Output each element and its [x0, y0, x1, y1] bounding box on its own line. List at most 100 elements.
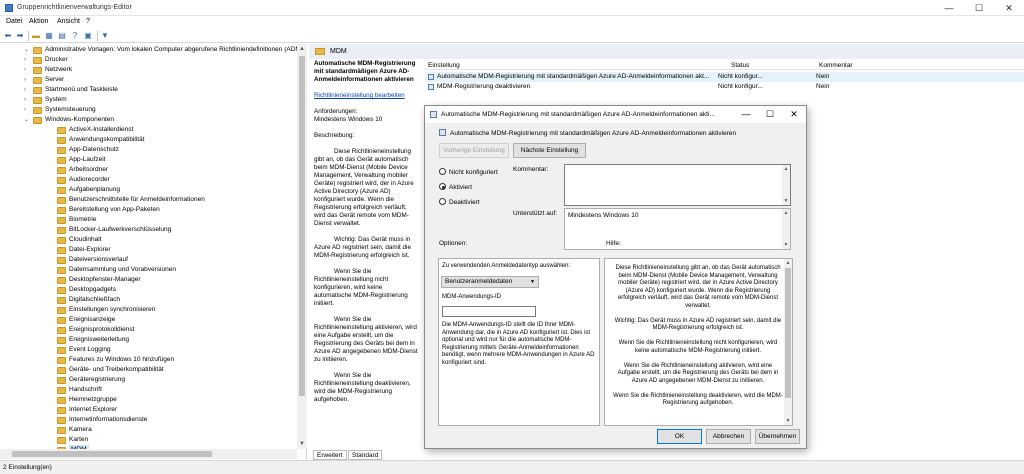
scroll-thumb[interactable]	[785, 268, 791, 398]
maximize-button[interactable]: ☐	[964, 0, 994, 16]
back-arrow-icon[interactable]: ⬅	[3, 31, 13, 41]
chevron-right-icon[interactable]: ›	[24, 95, 31, 105]
radio-icon[interactable]	[439, 168, 446, 175]
folder-icon	[315, 48, 325, 55]
credential-type-select[interactable]: Benutzeranmeldedaten ▼	[441, 276, 539, 288]
tab-erweitert[interactable]: Erweitert	[313, 450, 347, 460]
scroll-up-icon[interactable]: ▲	[784, 259, 792, 267]
table-row[interactable]: Automatische MDM-Registrierung mit stand…	[425, 72, 1024, 82]
menu-ansicht[interactable]: Ansicht	[57, 18, 80, 25]
chevron-down-icon: ▼	[530, 279, 535, 285]
scroll-down-icon[interactable]: ▼	[782, 241, 790, 249]
chevron-right-icon[interactable]: ›	[24, 75, 31, 85]
folder-icon	[57, 257, 66, 264]
folder-icon	[57, 357, 66, 364]
tree-item-label: Handschrift	[69, 386, 102, 393]
tree-item-label: Internetinformationsdienste	[69, 416, 148, 423]
show-hide-tree-icon[interactable]: ▦	[44, 31, 54, 41]
radio-selected-icon[interactable]	[439, 183, 446, 190]
help-icon[interactable]: ?	[70, 31, 80, 41]
dialog-close-button[interactable]: ✕	[782, 106, 806, 123]
up-folder-icon[interactable]: ▬	[31, 31, 41, 41]
radio-icon[interactable]	[439, 198, 446, 205]
tree-item-label: Features zu Windows 10 hinzufügen	[69, 356, 175, 363]
menu-aktion[interactable]: Aktion	[29, 18, 48, 25]
scroll-up-icon[interactable]: ▲	[297, 44, 307, 54]
scroll-down-icon[interactable]: ▼	[784, 417, 792, 425]
scroll-down-icon[interactable]: ▼	[782, 197, 790, 205]
scroll-up-icon[interactable]: ▲	[782, 165, 790, 173]
folder-icon	[57, 397, 66, 404]
ok-button[interactable]: OK	[657, 429, 702, 444]
column-setting[interactable]: Einstellung	[428, 62, 460, 69]
supported-value: Mindestens Windows 10	[568, 212, 639, 219]
dialog-minimize-button[interactable]: —	[734, 106, 758, 123]
radio-not-configured[interactable]: Nicht konfiguriert	[439, 168, 498, 176]
folder-icon	[57, 197, 66, 204]
chevron-right-icon[interactable]: ›	[24, 105, 31, 115]
comment-field[interactable]: ▲ ▼	[564, 164, 791, 206]
close-button[interactable]: ✕	[994, 0, 1024, 16]
scroll-thumb[interactable]	[12, 451, 212, 457]
tree-item-label: Internet Explorer	[69, 406, 118, 413]
tree-item-label: Cloudinhalt	[69, 236, 102, 243]
chevron-down-icon[interactable]: ⌄	[24, 115, 31, 125]
tree-vertical-scrollbar[interactable]: ▲ ▼	[297, 44, 307, 449]
status-text: 2 Einstellung(en)	[3, 464, 52, 471]
column-comment[interactable]: Kommentar	[819, 62, 853, 69]
column-status[interactable]: Status	[731, 62, 749, 69]
menu-help[interactable]: ?	[86, 18, 90, 25]
minimize-button[interactable]: —	[934, 0, 964, 16]
row-status: Nicht konfigur...	[718, 83, 763, 90]
tree-item-label: Digitalschließfach	[69, 296, 120, 303]
tree-item-label: Systemsteuerung	[45, 106, 96, 113]
radio-enabled[interactable]: Aktiviert	[439, 183, 472, 191]
help-scrollbar[interactable]: ▲ ▼	[784, 259, 792, 425]
properties-icon[interactable]: ▣	[83, 31, 93, 41]
folder-header: MDM	[309, 44, 1024, 59]
scroll-down-icon[interactable]: ▼	[297, 439, 307, 449]
forward-arrow-icon[interactable]: ➡	[15, 31, 25, 41]
chevron-down-icon[interactable]: ⌄	[24, 45, 31, 55]
tree-item-label: Server	[45, 76, 65, 83]
chevron-right-icon[interactable]: ›	[24, 85, 31, 95]
cancel-button[interactable]: Abbrechen	[706, 429, 751, 444]
tree-item-label: BitLocker-Laufwerkverschlüsselung	[69, 226, 172, 233]
scroll-up-icon[interactable]: ▲	[782, 209, 790, 217]
chevron-right-icon[interactable]: ›	[24, 65, 31, 75]
supported-scrollbar[interactable]: ▲ ▼	[782, 209, 790, 249]
apply-button[interactable]: Übernehmen	[755, 429, 800, 444]
description-paragraph: Diese Richtlinieneinstellung gibt an, ob…	[314, 148, 414, 227]
folder-icon	[33, 67, 42, 74]
next-setting-button[interactable]: Nächste Einstellung	[513, 143, 586, 158]
folder-icon	[57, 427, 66, 434]
app-icon	[5, 4, 13, 12]
comment-scrollbar[interactable]: ▲ ▼	[782, 165, 790, 205]
tree-item-label: Ereignisprotokolldienst	[69, 326, 135, 333]
chevron-right-icon[interactable]: ›	[24, 55, 31, 65]
export-list-icon[interactable]: ▤	[57, 31, 67, 41]
tree-horizontal-scrollbar[interactable]	[0, 449, 297, 459]
row-status: Nicht konfigur...	[718, 73, 763, 80]
menu-bar: Datei Aktion Ansicht ?	[0, 16, 1024, 29]
supported-label: Unterstützt auf:	[513, 210, 558, 217]
policy-setting-icon	[430, 111, 437, 118]
menu-datei[interactable]: Datei	[6, 18, 22, 25]
tree-item-label: Desktopgadgets	[69, 286, 116, 293]
filter-icon[interactable]: ▼	[100, 31, 110, 41]
help-paragraph: Wichtig: Das Gerät muss in Azure AD regi…	[614, 317, 782, 332]
dialog-header-text: Automatische MDM-Registrierung mit stand…	[450, 130, 737, 137]
dialog-maximize-button[interactable]: ☐	[758, 106, 782, 123]
edit-policy-link[interactable]: Richtlinieneinstellung bearbeiten	[314, 92, 405, 99]
folder-header-title: MDM	[330, 48, 347, 55]
table-row[interactable]: MDM-Registrierung deaktivieren Nicht kon…	[425, 82, 1024, 92]
comment-label: Kommentar:	[513, 166, 549, 173]
scroll-thumb[interactable]	[299, 56, 305, 396]
radio-disabled[interactable]: Deaktiviert	[439, 198, 480, 206]
previous-setting-button[interactable]: Vorherige Einstellung	[439, 143, 509, 158]
mdm-app-id-input[interactable]	[442, 306, 536, 317]
row-setting: MDM-Registrierung deaktivieren	[437, 83, 531, 90]
tab-standard[interactable]: Standard	[348, 450, 383, 460]
description-paragraph: Wenn Sie die Richtlinieneinstellung akti…	[314, 316, 418, 363]
help-panel: Diese Richtlinieneinstellung gibt an, ob…	[604, 258, 793, 426]
